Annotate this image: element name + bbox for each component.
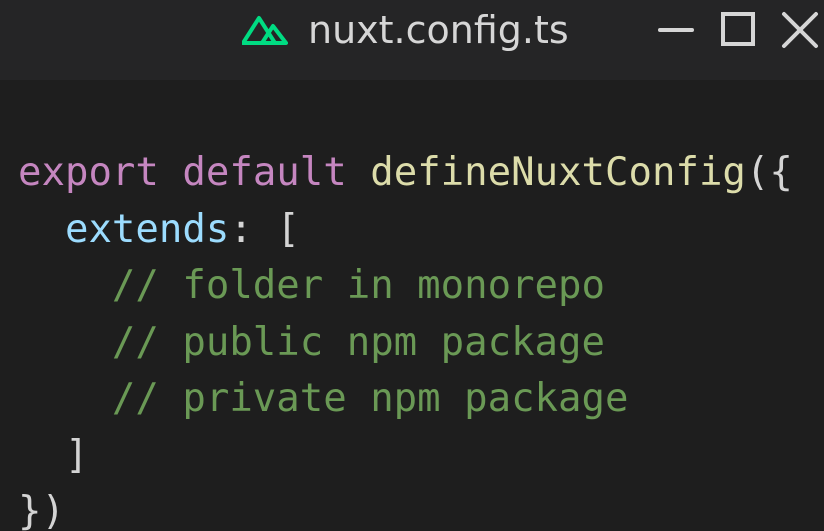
nuxt-logo-icon [242,16,288,45]
title-bar[interactable]: nuxt.config.ts [0,0,824,80]
code-line-7: }) [18,484,793,531]
minimize-button[interactable] [654,4,700,54]
code-line-2: extends: [ [18,202,793,259]
close-button[interactable] [778,4,824,54]
function-name: defineNuxtConfig [370,150,746,195]
code-line-4: // public npm package [18,315,793,372]
code-line-6: ] [18,428,793,485]
close-brace-paren: }) [18,489,65,531]
code-line-3: // folder in monorepo [18,258,793,315]
window-controls [654,4,824,54]
extends-property: extends [64,206,230,252]
open-bracket: [ [276,206,300,252]
maximize-icon [721,12,755,46]
code-editor[interactable]: export default defineNuxtConfig({ extend… [18,145,793,531]
close-icon [782,12,818,48]
colon: : [229,206,253,252]
title-group: nuxt.config.ts [242,8,569,52]
editor-window: nuxt.config.ts export default defineNuxt… [0,0,824,531]
keyword-default: default [182,150,347,195]
minimize-icon [658,28,694,32]
open-paren-brace: ({ [745,150,793,195]
keyword-export: export [18,150,159,195]
code-line-5: // private npm package [18,371,793,428]
window-title: nuxt.config.ts [308,8,569,52]
code-line-1: export default defineNuxtConfig({ [18,145,793,202]
comment-public-package: // public npm package [111,319,606,365]
comment-folder: // folder in monorepo [111,263,606,308]
close-bracket: ] [64,432,89,478]
comment-private-package: // private npm package [111,376,629,421]
maximize-button[interactable] [716,4,762,54]
